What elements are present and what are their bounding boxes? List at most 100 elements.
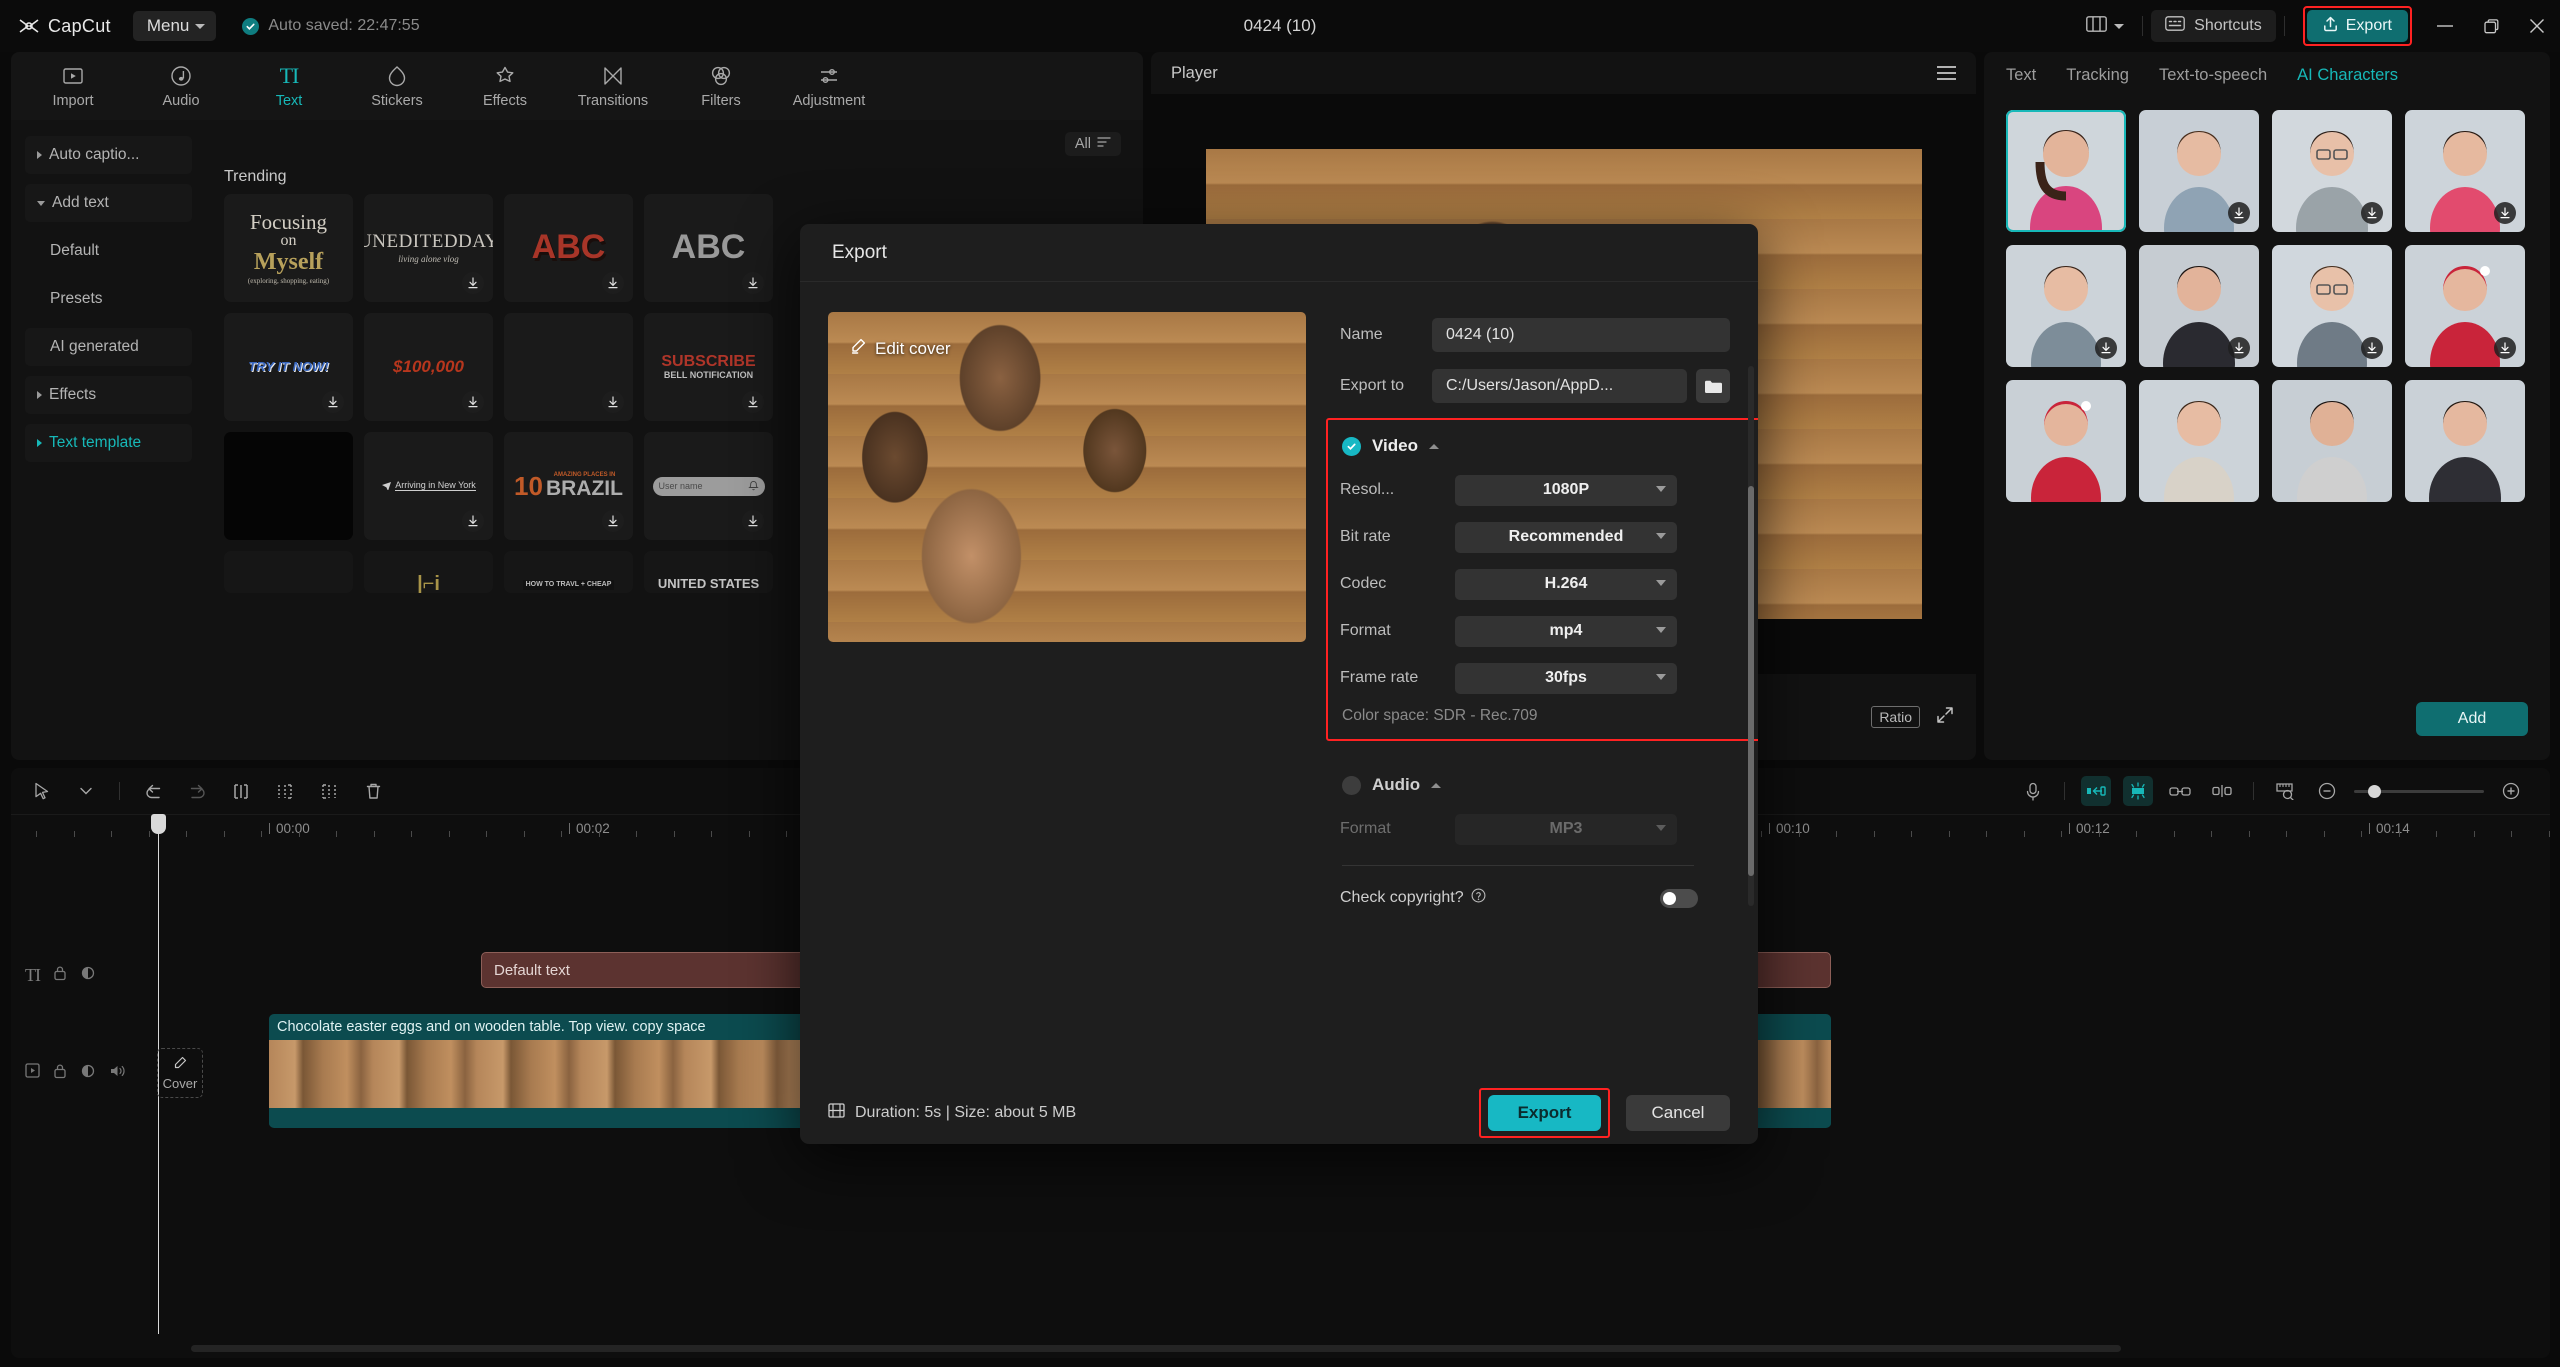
- tool-tab-import[interactable]: Import: [19, 55, 127, 117]
- ai-character-card[interactable]: [2139, 110, 2259, 232]
- template-card[interactable]: TRY IT NOW!: [224, 313, 353, 421]
- download-icon[interactable]: [602, 272, 624, 294]
- close-button[interactable]: [2514, 0, 2560, 52]
- ai-character-card[interactable]: [2272, 110, 2392, 232]
- sidebar-item-add-text[interactable]: Add text: [25, 184, 192, 222]
- ai-character-card[interactable]: [2272, 245, 2392, 367]
- sidebar-item-auto-captions[interactable]: Auto captio...: [25, 136, 192, 174]
- volume-icon[interactable]: [109, 1064, 126, 1083]
- download-icon[interactable]: [742, 272, 764, 294]
- bitrate-select[interactable]: Recommended: [1455, 521, 1677, 553]
- lock-icon[interactable]: [53, 1063, 67, 1084]
- delete-icon[interactable]: [358, 776, 388, 806]
- keyframe-in-icon[interactable]: [2081, 776, 2111, 806]
- mirror-icon[interactable]: [2207, 776, 2237, 806]
- video-checkbox[interactable]: [1342, 436, 1361, 456]
- sidebar-item-ai-generated[interactable]: AI generated: [25, 328, 192, 366]
- ai-character-card[interactable]: [2006, 110, 2126, 232]
- help-icon[interactable]: [1471, 888, 1486, 908]
- download-icon[interactable]: [2095, 337, 2117, 359]
- template-card[interactable]: $100,000: [364, 313, 493, 421]
- zoom-in-icon[interactable]: [2496, 776, 2526, 806]
- name-input[interactable]: 0424 (10): [1432, 318, 1730, 352]
- download-icon[interactable]: [602, 510, 624, 532]
- ai-character-card[interactable]: [2405, 110, 2525, 232]
- template-card[interactable]: UNITED STATES: [644, 551, 773, 593]
- zoom-slider-knob[interactable]: [2368, 784, 2381, 798]
- format-select[interactable]: mp4: [1455, 615, 1677, 647]
- download-icon[interactable]: [742, 391, 764, 413]
- codec-select[interactable]: H.264: [1455, 568, 1677, 600]
- sidebar-item-presets[interactable]: Presets: [25, 280, 192, 318]
- tool-tab-text[interactable]: TI Text: [235, 55, 343, 117]
- tool-tab-transitions[interactable]: Transitions: [559, 55, 667, 117]
- link-icon[interactable]: [2165, 776, 2195, 806]
- ai-character-card[interactable]: [2272, 380, 2392, 502]
- download-icon[interactable]: [2494, 202, 2516, 224]
- template-card[interactable]: |⌐i: [364, 551, 493, 593]
- download-icon[interactable]: [2228, 337, 2250, 359]
- template-card[interactable]: [224, 432, 353, 540]
- folder-icon[interactable]: [1696, 369, 1730, 403]
- trim-left-icon[interactable]: [270, 776, 300, 806]
- download-icon[interactable]: [602, 391, 624, 413]
- template-card[interactable]: Arriving in New York: [364, 432, 493, 540]
- cover-button[interactable]: Cover: [157, 1048, 203, 1098]
- chevron-up-icon[interactable]: [1428, 443, 1439, 449]
- export-button[interactable]: Export: [2306, 10, 2408, 42]
- trim-right-icon[interactable]: [314, 776, 344, 806]
- keyframe-out-icon[interactable]: [2123, 776, 2153, 806]
- sidebar-item-default[interactable]: Default: [25, 232, 192, 270]
- tool-tab-effects[interactable]: Effects: [451, 55, 559, 117]
- download-icon[interactable]: [742, 510, 764, 532]
- undo-icon[interactable]: [138, 776, 168, 806]
- download-icon[interactable]: [2361, 202, 2383, 224]
- sidebar-item-effects[interactable]: Effects: [25, 376, 192, 414]
- playhead-grip[interactable]: [151, 814, 166, 834]
- eye-icon[interactable]: [80, 1064, 96, 1083]
- ai-character-card[interactable]: [2006, 245, 2126, 367]
- select-icon[interactable]: [27, 776, 57, 806]
- download-icon[interactable]: [322, 391, 344, 413]
- minimize-button[interactable]: [2422, 0, 2468, 52]
- download-icon[interactable]: [462, 510, 484, 532]
- lock-icon[interactable]: [53, 965, 67, 986]
- download-icon[interactable]: [462, 272, 484, 294]
- resolution-select[interactable]: 1080P: [1455, 474, 1677, 506]
- download-icon[interactable]: [2228, 202, 2250, 224]
- template-card[interactable]: Focusing on Myself (exploring, shopping,…: [224, 194, 353, 302]
- tab-ai-characters[interactable]: AI Characters: [2297, 66, 2398, 85]
- template-card[interactable]: 10 AMAZING PLACES IN BRAZIL: [504, 432, 633, 540]
- template-card[interactable]: SUBSCRIBE BELL NOTIFICATION: [644, 313, 773, 421]
- fullscreen-icon[interactable]: [1936, 706, 1954, 729]
- menu-button[interactable]: Menu: [132, 11, 217, 41]
- add-button[interactable]: Add: [2416, 702, 2528, 736]
- tool-tab-audio[interactable]: Audio: [127, 55, 235, 117]
- chevron-up-icon[interactable]: [1431, 782, 1442, 788]
- export-confirm-button[interactable]: Export: [1488, 1095, 1601, 1131]
- timeline-horizontal-scrollbar[interactable]: [191, 1345, 2121, 1352]
- eye-icon[interactable]: [80, 966, 96, 985]
- tab-text[interactable]: Text: [2006, 66, 2036, 85]
- ruler-icon[interactable]: [2270, 776, 2300, 806]
- download-icon[interactable]: [2361, 337, 2383, 359]
- download-icon[interactable]: [2494, 337, 2516, 359]
- template-card[interactable]: HOW TO TRAVL + CHEAP: [504, 551, 633, 593]
- download-icon[interactable]: [462, 391, 484, 413]
- ai-character-card[interactable]: [2139, 245, 2259, 367]
- template-card[interactable]: User name: [644, 432, 773, 540]
- tool-tab-adjustment[interactable]: Adjustment: [775, 55, 883, 117]
- template-card[interactable]: ABC: [504, 194, 633, 302]
- ai-character-card[interactable]: [2006, 380, 2126, 502]
- library-filter-button[interactable]: All: [1064, 132, 1121, 156]
- redo-icon[interactable]: [182, 776, 212, 806]
- layout-switch-button[interactable]: [2076, 15, 2134, 37]
- chevron-down-icon[interactable]: [71, 776, 101, 806]
- zoom-out-icon[interactable]: [2312, 776, 2342, 806]
- template-card[interactable]: ABC: [644, 194, 773, 302]
- template-card[interactable]: [224, 551, 353, 593]
- export-dialog-scrollbar[interactable]: [1748, 366, 1754, 906]
- ai-character-card[interactable]: [2405, 380, 2525, 502]
- edit-cover-button[interactable]: Edit cover: [850, 338, 951, 359]
- template-card[interactable]: [504, 313, 633, 421]
